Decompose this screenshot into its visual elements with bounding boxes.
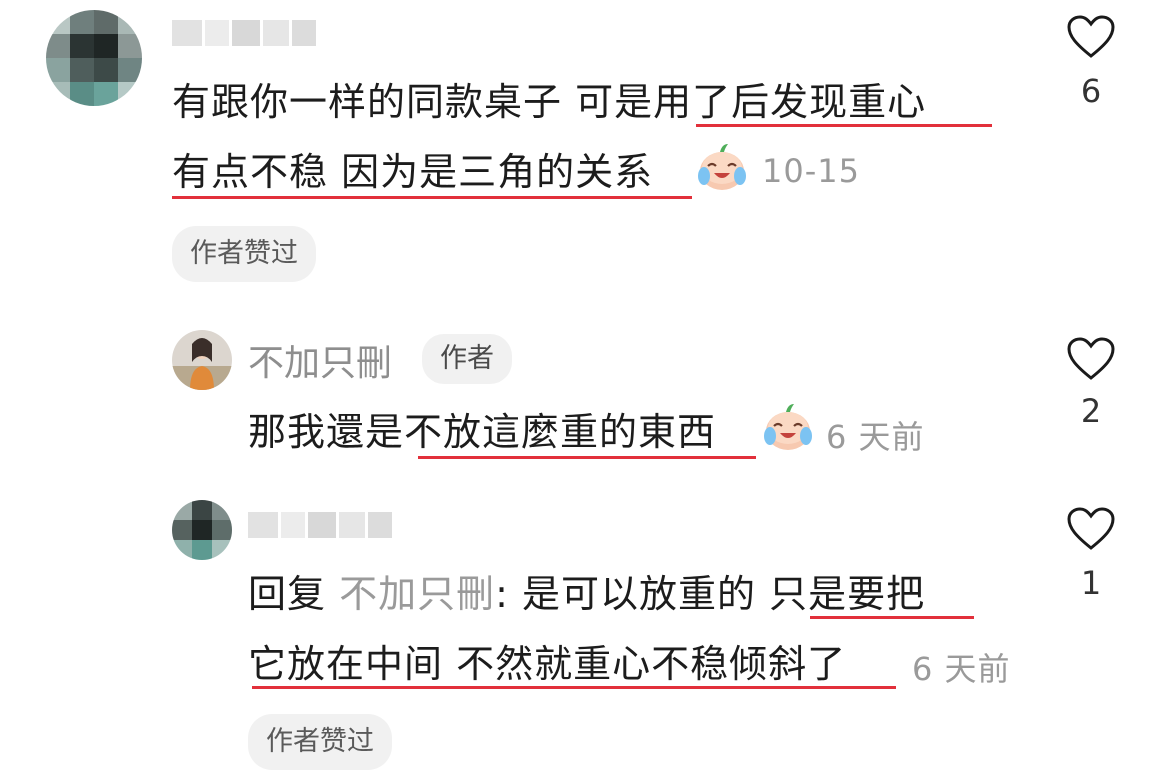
crying-laughing-emoji bbox=[762, 400, 814, 456]
reply-to-username[interactable]: 不加只刪 bbox=[339, 572, 495, 616]
avatar-author[interactable] bbox=[172, 330, 232, 390]
reply-author-name[interactable]: 不加只刪 bbox=[248, 334, 392, 386]
comment-text-underlined: 有点不稳 因为是三角的关系 bbox=[172, 150, 654, 194]
heart-outline-icon[interactable] bbox=[1066, 14, 1116, 60]
crying-laughing-emoji bbox=[696, 140, 748, 196]
highlight-underline bbox=[172, 196, 692, 199]
comment-text-underlined: 用了后发现重心 bbox=[653, 80, 927, 124]
heart-outline-icon[interactable] bbox=[1066, 506, 1116, 552]
like-count: 2 bbox=[1080, 392, 1102, 430]
reply-text-underlined: 它放在中间 不然就重心不稳倾斜了 bbox=[248, 642, 847, 686]
blurred-username[interactable] bbox=[172, 20, 316, 46]
comment-text-line2: 有点不稳 因为是三角的关系 bbox=[172, 142, 653, 202]
reply-prefix: 回复 bbox=[248, 572, 327, 616]
reply-text-plain: 那我還是 bbox=[248, 410, 405, 454]
highlight-underline bbox=[252, 686, 896, 689]
reply-text-line1: 回复 不加只刪: 是可以放重的 只是要把 bbox=[248, 564, 925, 624]
reply-time: 6 天前 bbox=[912, 650, 1011, 688]
reply-text-line2: 它放在中间 不然就重心不稳倾斜了 bbox=[248, 634, 846, 694]
comment-text-plain: 有跟你一样的同款桌子 可是 bbox=[172, 80, 654, 124]
reply-text-plain: : 是可以放重的 bbox=[495, 572, 770, 616]
reply-text: 那我還是不放這麼重的東西 bbox=[248, 402, 716, 462]
highlight-underline bbox=[418, 456, 756, 459]
author-liked-badge: 作者赞过 bbox=[248, 714, 392, 770]
like-count: 6 bbox=[1080, 72, 1102, 110]
avatar-commenter[interactable] bbox=[172, 500, 232, 560]
author-badge: 作者 bbox=[422, 334, 512, 384]
comment-text-line1: 有跟你一样的同款桌子 可是用了后发现重心 bbox=[172, 72, 926, 132]
author-liked-badge: 作者赞过 bbox=[172, 226, 316, 282]
heart-outline-icon[interactable] bbox=[1066, 336, 1116, 382]
reply-time: 6 天前 bbox=[826, 418, 925, 456]
like-count: 1 bbox=[1080, 564, 1102, 602]
reply-text-underlined: 不放這麼重的東西 bbox=[404, 410, 717, 454]
blurred-username[interactable] bbox=[248, 512, 392, 538]
highlight-underline bbox=[696, 124, 992, 127]
highlight-underline bbox=[810, 616, 974, 619]
avatar-commenter[interactable] bbox=[46, 10, 142, 106]
reply-text-underlined: 只是要把 bbox=[769, 572, 926, 616]
comment-time: 10-15 bbox=[762, 152, 860, 190]
